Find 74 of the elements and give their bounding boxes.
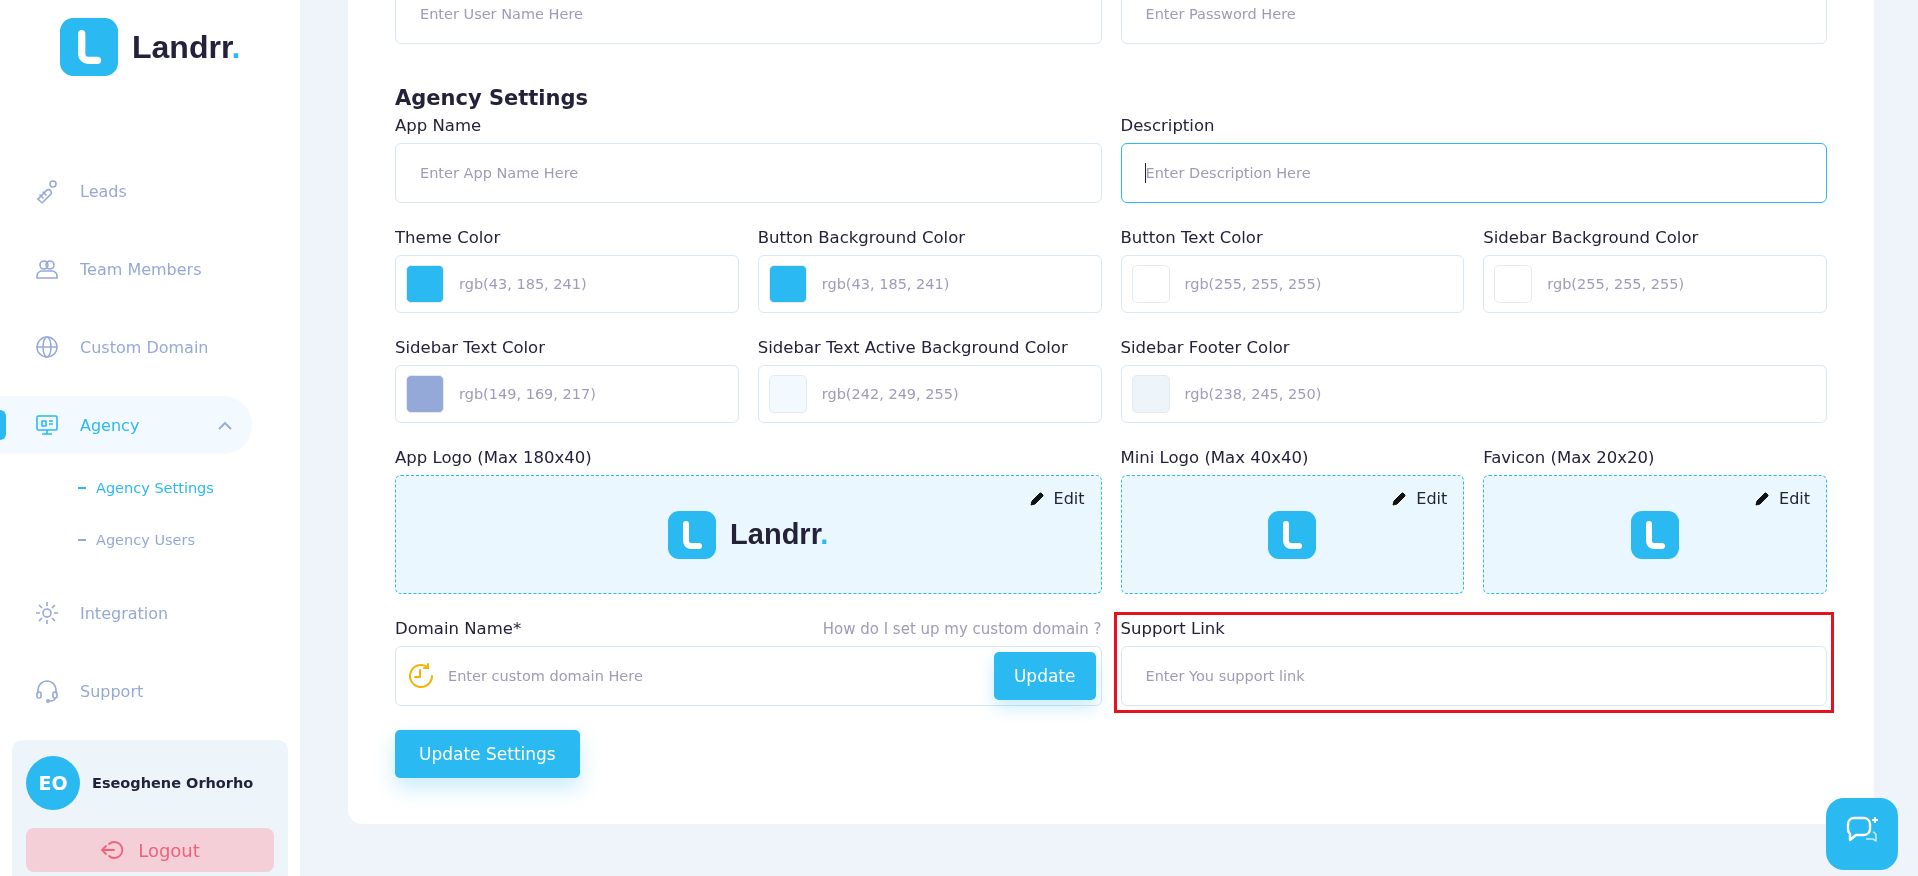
domain-field[interactable]: Enter custom domain Here Update bbox=[395, 646, 1102, 706]
nav-item[interactable]: Support bbox=[0, 662, 252, 720]
logo-upload-area[interactable]: Landrr. Edit bbox=[395, 475, 1102, 594]
field-label: App Logo (Max 180x40) bbox=[395, 448, 593, 467]
brand-name: Landrr. bbox=[132, 28, 241, 66]
color-value-input[interactable]: rgb(43, 185, 241) bbox=[819, 275, 1024, 293]
nav-item[interactable]: Integration bbox=[0, 584, 252, 642]
pencil-icon bbox=[1755, 491, 1770, 506]
color-swatch[interactable] bbox=[1131, 375, 1170, 413]
logo-upload-area[interactable]: Edit bbox=[1483, 475, 1827, 594]
color-swatch[interactable] bbox=[1494, 265, 1533, 303]
field-label: Sidebar Text Color bbox=[395, 338, 546, 357]
update-button[interactable]: Update bbox=[993, 652, 1096, 700]
field-label: App Name bbox=[395, 116, 483, 135]
color-field[interactable]: rgb(255, 255, 255) bbox=[1483, 255, 1827, 313]
edit-button[interactable]: Edit bbox=[1755, 489, 1810, 508]
chat-button[interactable] bbox=[1826, 798, 1898, 870]
nav-item[interactable]: Custom Domain bbox=[0, 318, 252, 376]
avatar: EO bbox=[26, 756, 80, 810]
field-label: Button Background Color bbox=[757, 228, 967, 247]
logo-wordmark: Landrr. bbox=[730, 518, 829, 551]
color-field[interactable]: rgb(43, 185, 241) bbox=[395, 255, 739, 313]
clock-icon bbox=[406, 661, 436, 691]
field-label: Sidebar Background Color bbox=[1483, 228, 1700, 247]
color-swatch[interactable] bbox=[768, 265, 807, 303]
color-swatch[interactable] bbox=[406, 265, 444, 303]
logout-button[interactable]: Logout bbox=[26, 828, 274, 872]
color-value-input[interactable]: rgb(242, 249, 255) bbox=[819, 385, 1024, 403]
field-label: Sidebar Footer Color bbox=[1120, 338, 1291, 357]
app-logo-icon bbox=[668, 510, 717, 559]
logout-icon bbox=[100, 839, 125, 861]
color-field[interactable]: rgb(242, 249, 255) bbox=[757, 365, 1102, 423]
field-label: Description bbox=[1120, 116, 1216, 135]
field-label: Mini Logo (Max 40x40) bbox=[1120, 448, 1310, 467]
headset-icon bbox=[34, 678, 60, 704]
field-label: Domain Name* bbox=[395, 619, 522, 638]
help-link[interactable]: How do I set up my custom domain ? bbox=[822, 620, 1102, 638]
text-cursor bbox=[1144, 163, 1146, 183]
color-value-input[interactable]: rgb(255, 255, 255) bbox=[1545, 275, 1750, 293]
app-logo-icon bbox=[1268, 510, 1317, 559]
color-field[interactable]: rgb(238, 245, 250) bbox=[1120, 365, 1827, 423]
nav-item[interactable]: Leads bbox=[0, 162, 252, 220]
app-logo-icon bbox=[1631, 510, 1680, 559]
logo-upload-area[interactable]: Edit bbox=[1120, 475, 1465, 594]
field-label: Theme Color bbox=[395, 228, 502, 247]
edit-button[interactable]: Edit bbox=[1392, 489, 1448, 508]
field-label: Button Text Color bbox=[1120, 228, 1264, 247]
edit-button[interactable]: Edit bbox=[1029, 489, 1085, 508]
monitor-icon bbox=[34, 412, 60, 438]
globe-icon bbox=[34, 334, 60, 360]
field-label: Favicon (Max 20x20) bbox=[1483, 448, 1656, 467]
field-label: Sidebar Text Active Background Color bbox=[757, 338, 1069, 357]
text-input[interactable]: Enter Description Here bbox=[1120, 143, 1827, 203]
color-swatch[interactable] bbox=[768, 375, 807, 413]
color-value-input[interactable]: rgb(149, 169, 217) bbox=[457, 385, 661, 403]
color-value-input[interactable]: rgb(43, 185, 241) bbox=[457, 275, 661, 293]
pencil-icon bbox=[1392, 491, 1408, 506]
update-settings-button[interactable]: Update Settings bbox=[395, 730, 580, 778]
pencil-icon bbox=[1029, 491, 1045, 506]
color-value-input[interactable]: rgb(238, 245, 250) bbox=[1182, 385, 1387, 403]
color-swatch[interactable] bbox=[1131, 265, 1170, 303]
color-value-input[interactable]: rgb(255, 255, 255) bbox=[1182, 275, 1387, 293]
nav-item[interactable]: Agency bbox=[0, 396, 252, 454]
field-label: Support Link bbox=[1120, 619, 1226, 638]
color-swatch[interactable] bbox=[406, 375, 444, 413]
nav-subitem[interactable]: Agency Users bbox=[0, 514, 300, 566]
app-logo-icon bbox=[60, 18, 118, 76]
section-title: Agency Settings bbox=[395, 86, 590, 110]
nav-subitem[interactable]: Agency Settings bbox=[0, 462, 300, 514]
color-field[interactable]: rgb(149, 169, 217) bbox=[395, 365, 739, 423]
user-name: Eseoghene Orhorho bbox=[92, 775, 254, 791]
nav-item[interactable]: Team Members bbox=[0, 240, 252, 298]
color-field[interactable]: rgb(43, 185, 241) bbox=[757, 255, 1102, 313]
color-field[interactable]: rgb(255, 255, 255) bbox=[1120, 255, 1465, 313]
